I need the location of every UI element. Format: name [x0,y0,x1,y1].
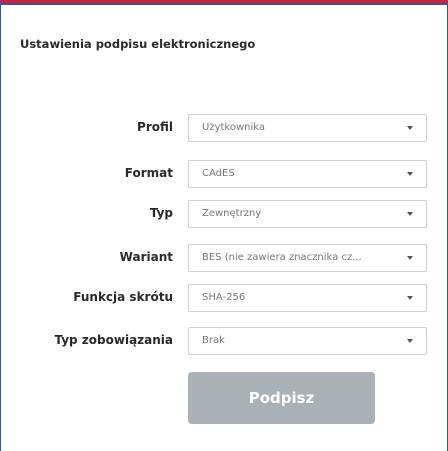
select-value: Zewnętrzny [202,208,262,219]
select-value: Użytkownika [202,122,265,133]
signature-settings-panel: Ustawienia podpisu elektronicznego Profi… [0,0,448,451]
select-value: BES (nie zawiera znacznika cz... [202,252,362,263]
field-row-funkcja-skrotu: Funkcja skrótu SHA-256 [1,284,441,312]
field-label: Wariant [119,250,173,264]
typ-zobowiazania-select[interactable]: Brak [188,327,427,355]
profil-select[interactable]: Użytkownika [188,114,427,142]
caret-down-icon [407,256,413,260]
caret-down-icon [407,339,413,343]
typ-select[interactable]: Zewnętrzny [188,200,427,228]
select-value: Brak [202,335,225,346]
field-label: Format [124,166,173,180]
select-value: CAdES [202,168,235,179]
field-row-format: Format CAdES [1,160,441,188]
field-label: Typ zobowiązania [54,333,173,347]
field-row-typ-zobowiazania: Typ zobowiązania Brak [1,327,441,355]
field-row-typ: Typ Zewnętrzny [1,200,441,228]
sign-button[interactable]: Podpisz [188,372,375,424]
caret-down-icon [407,212,413,216]
caret-down-icon [407,126,413,130]
field-label: Typ [149,206,173,220]
field-row-wariant: Wariant BES (nie zawiera znacznika cz... [1,244,441,272]
funkcja-skrotu-select[interactable]: SHA-256 [188,284,427,312]
caret-down-icon [407,172,413,176]
select-value: SHA-256 [202,292,246,303]
caret-down-icon [407,296,413,300]
panel-title: Ustawienia podpisu elektronicznego [20,37,256,51]
wariant-select[interactable]: BES (nie zawiera znacznika cz... [188,244,427,272]
field-row-profil: Profil Użytkownika [1,114,441,142]
field-label: Funkcja skrótu [73,290,173,304]
field-label: Profil [137,120,173,134]
format-select[interactable]: CAdES [188,160,427,188]
